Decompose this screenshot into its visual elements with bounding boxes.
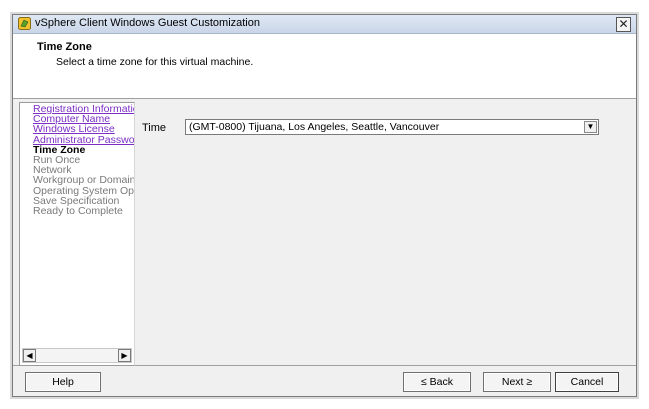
steps-horizontal-scrollbar[interactable]: ◀ ▶ — [22, 348, 132, 363]
wizard-steps-panel: Registration Information Computer Name Win… — [19, 102, 135, 366]
cancel-button[interactable]: Cancel — [555, 372, 619, 392]
wizard-body: Registration Information Computer Name Win… — [13, 99, 636, 366]
next-button[interactable]: Next ≥ — [483, 372, 551, 392]
back-button[interactable]: ≤ Back — [403, 372, 471, 392]
time-zone-dropdown[interactable]: (GMT-0800) Tijuana, Los Angeles, Seattle… — [185, 119, 599, 135]
wizard-header: Time Zone Select a time zone for this vi… — [13, 34, 636, 99]
page-description: Select a time zone for this virtual mach… — [56, 56, 254, 68]
time-label: Time — [142, 122, 167, 134]
title-bar[interactable]: vSphere Client Windows Guest Customizati… — [13, 15, 636, 34]
wizard-step-ready-to-complete: Ready to Complete — [33, 205, 123, 218]
close-icon[interactable]: ✕ — [616, 17, 631, 32]
page-title: Time Zone — [37, 41, 92, 53]
customization-wizard-window: vSphere Client Windows Guest Customizati… — [12, 14, 637, 397]
scroll-left-icon[interactable]: ◀ — [23, 349, 36, 362]
help-button[interactable]: Help — [25, 372, 101, 392]
wizard-steps-list: Registration Information Computer Name Win… — [33, 104, 134, 218]
time-zone-value: (GMT-0800) Tijuana, Los Angeles, Seattle… — [189, 121, 440, 133]
window-title: vSphere Client Windows Guest Customizati… — [35, 17, 260, 29]
scroll-right-icon[interactable]: ▶ — [118, 349, 131, 362]
time-zone-form: Time (GMT-0800) Tijuana, Los Angeles, Se… — [134, 102, 634, 364]
chevron-down-icon[interactable]: ▼ — [584, 121, 597, 133]
vsphere-app-icon — [18, 17, 31, 30]
